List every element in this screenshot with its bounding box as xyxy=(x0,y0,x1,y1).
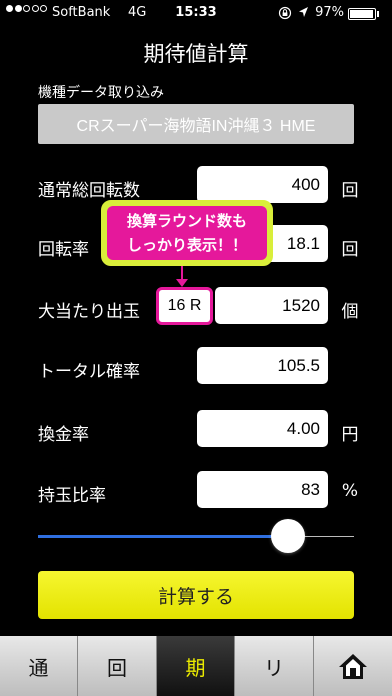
spins-label: 通常総回転数 xyxy=(38,181,140,201)
callout-line-1: 換算ラウンド数も xyxy=(126,212,247,230)
tab-normal[interactable]: 通 xyxy=(0,636,78,696)
machine-data-label: 機種データ取り込み xyxy=(38,85,164,101)
exchange-rate-label: 換金率 xyxy=(38,425,89,445)
held-ball-ratio-label: 持玉比率 xyxy=(38,486,106,506)
spins-input[interactable]: 400 xyxy=(197,166,328,203)
tab-home[interactable] xyxy=(314,636,392,696)
held-ball-ratio-unit: % xyxy=(341,481,359,501)
spin-rate-unit: 回 xyxy=(341,240,359,260)
home-icon xyxy=(339,654,367,679)
machine-select-button[interactable]: CRスーパー海物語IN沖縄３ HME xyxy=(38,104,354,144)
calculate-button[interactable]: 計算する xyxy=(38,571,354,619)
battery-tip xyxy=(377,11,379,17)
total-probability-input[interactable]: 105.5 xyxy=(197,347,328,384)
payout-input[interactable]: 1520 xyxy=(215,287,328,324)
slider-track-filled xyxy=(38,535,290,538)
total-probability-label: トータル確率 xyxy=(38,362,140,382)
battery-percent: 97% xyxy=(315,5,344,20)
payout-unit: 個 xyxy=(341,302,359,322)
battery-icon xyxy=(348,8,376,20)
tab-spins[interactable]: 回 xyxy=(78,636,157,696)
payout-label: 大当たり出玉 xyxy=(38,302,140,322)
spin-rate-label: 回転率 xyxy=(38,240,89,260)
page-title: 期待値計算 xyxy=(143,42,249,66)
spins-unit: 回 xyxy=(341,181,359,201)
status-bar: SoftBank 4G 15:33 97% xyxy=(0,0,392,26)
exchange-rate-unit: 円 xyxy=(341,425,359,445)
location-arrow-icon xyxy=(299,7,308,17)
round-count-badge: 16 R xyxy=(156,287,213,325)
tab-list[interactable]: リ xyxy=(235,636,314,696)
held-ball-ratio-slider-thumb[interactable] xyxy=(271,519,305,553)
tab-expected-value[interactable]: 期 xyxy=(157,636,235,696)
exchange-rate-input[interactable]: 4.00 xyxy=(197,410,328,447)
held-ball-ratio-input[interactable]: 83 xyxy=(197,471,328,508)
round-count-callout: 換算ラウンド数も しっかり表示！！ xyxy=(101,200,273,266)
tab-bar: 通 回 期 リ xyxy=(0,636,392,696)
callout-arrow-icon xyxy=(176,279,188,287)
callout-line-2: しっかり表示！！ xyxy=(126,236,247,254)
rotation-lock-icon xyxy=(278,6,292,20)
